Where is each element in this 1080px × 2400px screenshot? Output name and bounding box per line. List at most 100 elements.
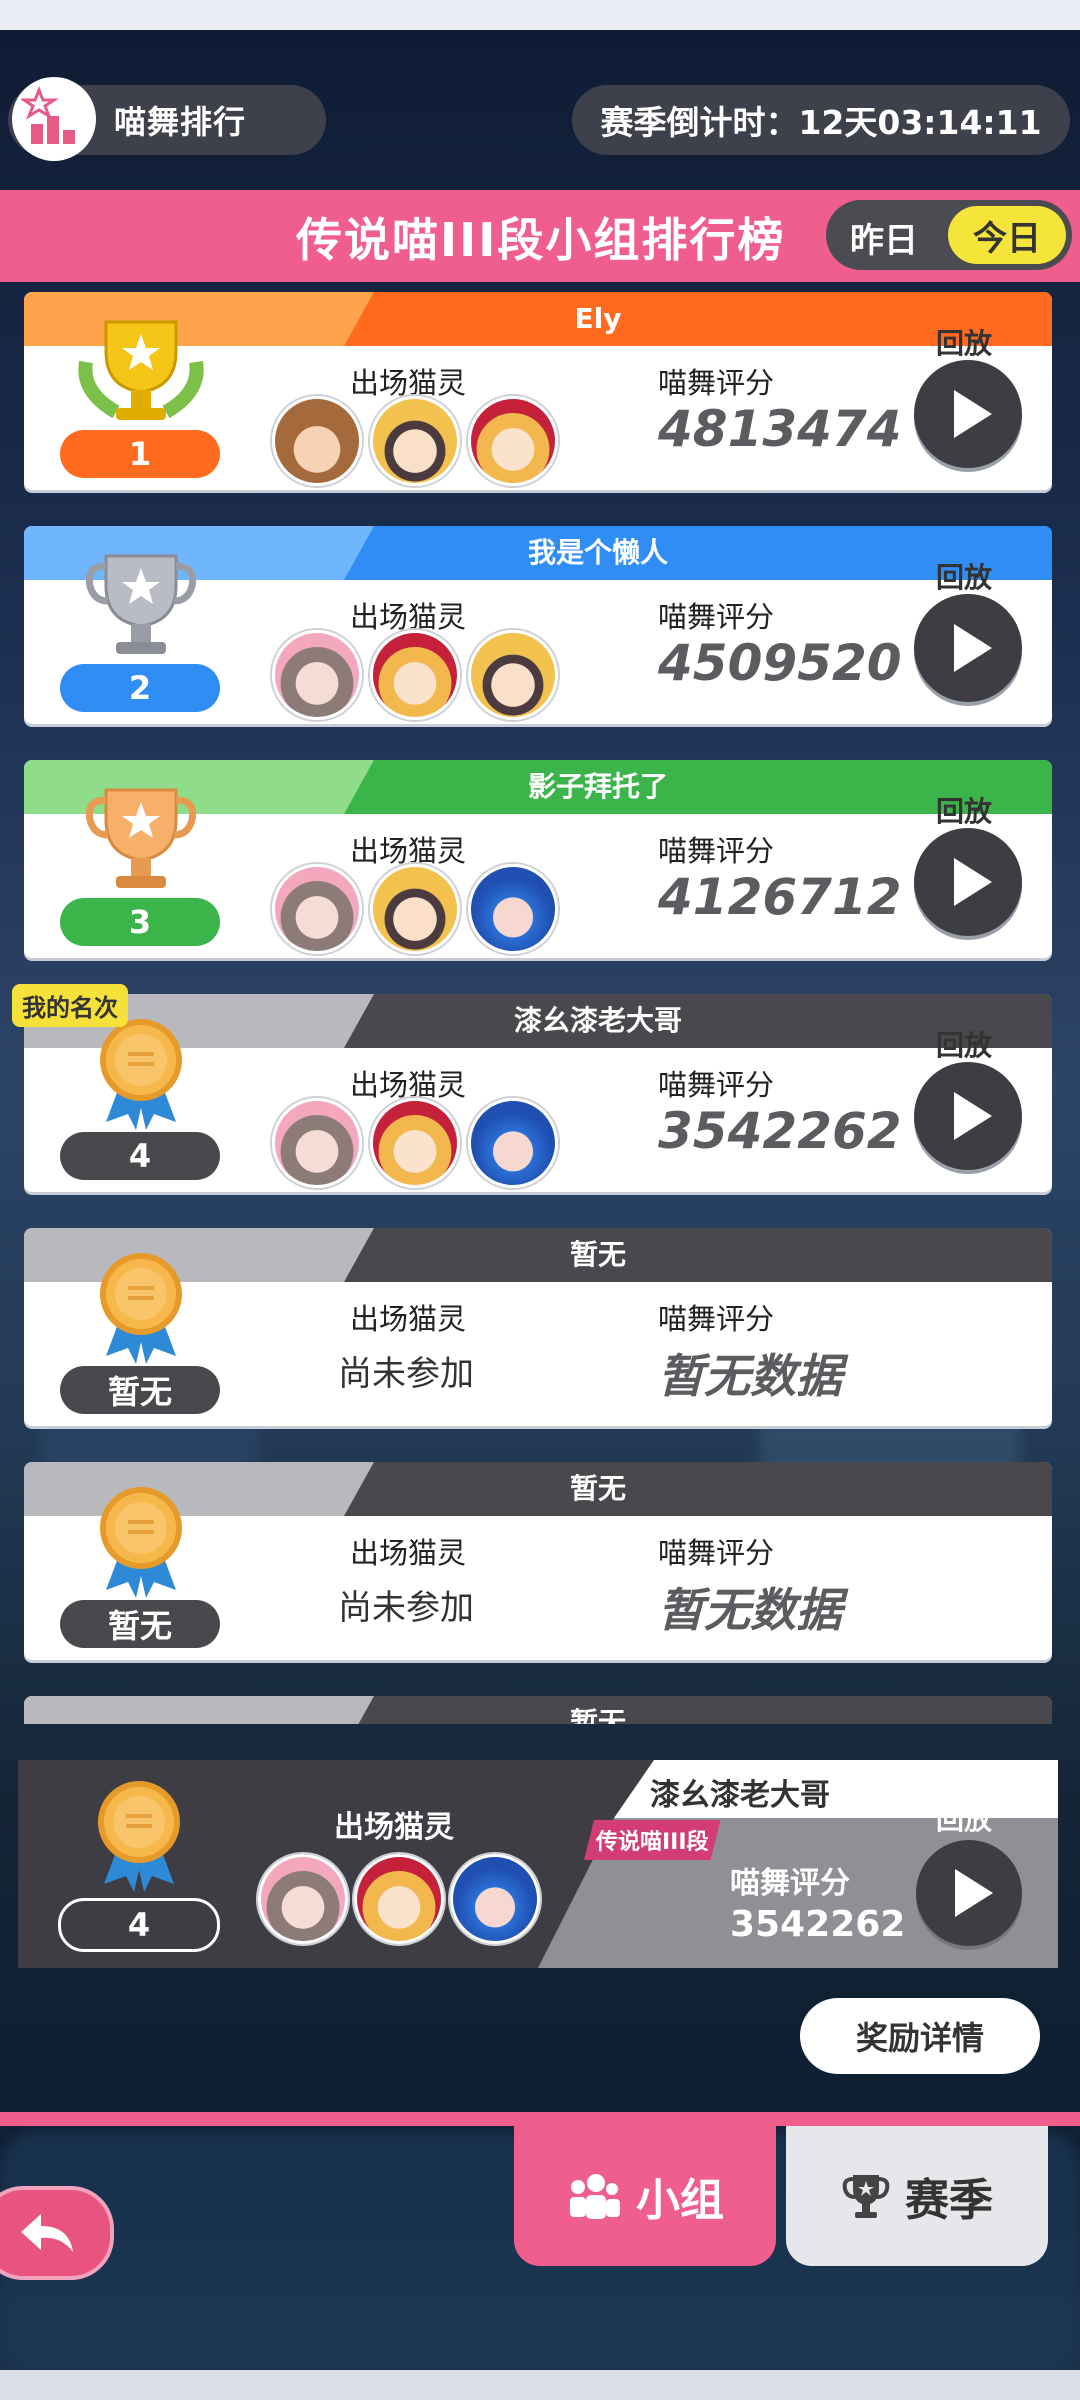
status-bar: [0, 0, 1080, 30]
player-name: 暂无: [569, 1706, 626, 1724]
leaderboard-row: 暂无 暂无 出场猫灵 喵舞评分 尚未参加 暂无数据: [24, 1462, 1052, 1660]
avatar: [272, 864, 362, 954]
leaderboard-title: 传说喵III段小组排行榜: [296, 213, 786, 267]
replay-label: 回放: [936, 1029, 993, 1062]
player-name: Ely: [574, 302, 622, 335]
ranking-header: 喵舞排行: [8, 77, 326, 161]
score-value: 4509520: [658, 634, 902, 692]
avatar: [258, 1854, 348, 1944]
rank-badge: 1: [60, 430, 220, 478]
cat-avatars: [272, 1098, 558, 1188]
score-label: 喵舞评分: [658, 1302, 775, 1336]
gold-trophy-icon: [78, 320, 204, 420]
my-rank-badge: 4: [58, 1898, 220, 1952]
tab-group-label: 小组: [636, 2175, 724, 2226]
no-data-text: 暂无数据: [658, 1349, 842, 1403]
tab-season-label: 赛季: [905, 2175, 993, 2226]
my-score-value: 3542262: [730, 1904, 906, 1945]
medal-icon: [98, 1781, 180, 1892]
no-data-text: 暂无数据: [658, 1583, 842, 1637]
my-rank-tag: 我的名次: [12, 984, 128, 1027]
player-name: 漆幺漆老大哥: [513, 1004, 682, 1037]
back-button[interactable]: [0, 2186, 114, 2280]
tier-tag: 传说喵III段: [584, 1820, 721, 1860]
avatar: [468, 630, 558, 720]
score-label: 喵舞评分: [658, 366, 775, 400]
cat-avatars: [272, 396, 558, 486]
avatar: [370, 864, 460, 954]
season-countdown: 赛季倒计时：12天03:14:11: [572, 85, 1070, 155]
rank-badge: 2: [60, 664, 220, 712]
avatar: [450, 1854, 540, 1944]
play-icon: [954, 390, 992, 438]
leaderboard-row: Ely 1 出场猫灵 喵舞评分 4813474 回放: [24, 292, 1052, 490]
player-name: 影子拜托了: [527, 770, 668, 803]
my-rank-summary: 4 出场猫灵 漆幺漆老大哥 传说喵III段 喵舞评分 3542262 回放: [18, 1760, 1058, 1968]
back-arrow-icon: [21, 2214, 73, 2252]
cat-avatars: [272, 630, 558, 720]
leaderboard-row: 漆幺漆老大哥 4 出场猫灵 喵舞评分 3542262 回放: [24, 994, 1052, 1192]
leaderboard-row: 暂无 暂无 出场猫灵 喵舞评分 尚未参加 暂无数据: [24, 1228, 1052, 1426]
score-value: 3542262: [658, 1102, 902, 1160]
avatar: [354, 1854, 444, 1944]
score-label: 喵舞评分: [658, 1536, 775, 1570]
not-joined-text: 尚未参加: [338, 1354, 474, 1394]
replay-label: 回放: [936, 327, 993, 360]
avatar: [468, 396, 558, 486]
reward-details-button[interactable]: 奖励详情: [800, 1998, 1040, 2074]
nav-divider: [0, 2112, 1080, 2126]
tab-group[interactable]: 小组: [514, 2126, 776, 2266]
tab-season[interactable]: 赛季: [786, 2126, 1048, 2266]
trophy-icon: [842, 2175, 890, 2218]
avatar: [370, 630, 460, 720]
player-name: 暂无: [569, 1238, 626, 1271]
play-icon: [954, 624, 992, 672]
replay-play-button[interactable]: [914, 594, 1022, 702]
medal-icon: [100, 1019, 182, 1130]
rank-badge: 暂无: [60, 1600, 220, 1648]
bronze-trophy-icon: [85, 788, 197, 888]
toggle-yesterday[interactable]: 昨日: [850, 213, 918, 262]
player-name: 我是个懒人: [527, 536, 668, 569]
cat-avatars: [272, 864, 558, 954]
avatar: [370, 396, 460, 486]
avatar: [272, 630, 362, 720]
score-label: 喵舞评分: [658, 834, 775, 868]
ranking-logo-icon: [12, 77, 96, 161]
avatar: [370, 1098, 460, 1188]
replay-label: 回放: [936, 1803, 993, 1836]
replay-play-button[interactable]: [914, 828, 1022, 936]
avatar: [468, 864, 558, 954]
leaderboard-row: 我是个懒人 2 出场猫灵 喵舞评分 4509520 回放: [24, 526, 1052, 724]
cats-label: 出场猫灵: [334, 1810, 454, 1845]
list-clip: 暂无: [0, 1696, 1080, 1724]
play-icon: [955, 1869, 993, 1917]
medal-icon: [100, 1487, 182, 1598]
my-player-name: 漆幺漆老大哥: [650, 1778, 830, 1813]
cat-avatars: [258, 1854, 540, 1944]
cats-label: 出场猫灵: [350, 1302, 467, 1336]
score-label: 喵舞评分: [658, 600, 775, 634]
replay-label: 回放: [936, 561, 993, 594]
cats-label: 出场猫灵: [350, 1536, 467, 1570]
leaderboard-row: 暂无: [24, 1696, 1052, 1724]
play-icon: [954, 858, 992, 906]
play-icon: [954, 1092, 992, 1140]
score-label: 喵舞评分: [730, 1866, 850, 1901]
toggle-today[interactable]: 今日: [948, 206, 1066, 264]
silver-trophy-icon: [85, 554, 197, 654]
score-label: 喵舞评分: [658, 1068, 775, 1102]
replay-play-button[interactable]: [914, 360, 1022, 468]
not-joined-text: 尚未参加: [338, 1588, 474, 1628]
group-icon: [570, 2174, 620, 2219]
rank-badge: 4: [60, 1132, 220, 1180]
score-value: 4813474: [658, 400, 902, 458]
avatar: [272, 1098, 362, 1188]
my-replay-play-button[interactable]: [916, 1840, 1022, 1946]
replay-play-button[interactable]: [914, 1062, 1022, 1170]
system-nav-bar: [0, 2370, 1080, 2400]
medal-icon: [100, 1253, 182, 1364]
player-name: 暂无: [569, 1472, 626, 1505]
page-title: 喵舞排行: [114, 103, 247, 141]
day-toggle[interactable]: 昨日 今日: [826, 200, 1072, 270]
